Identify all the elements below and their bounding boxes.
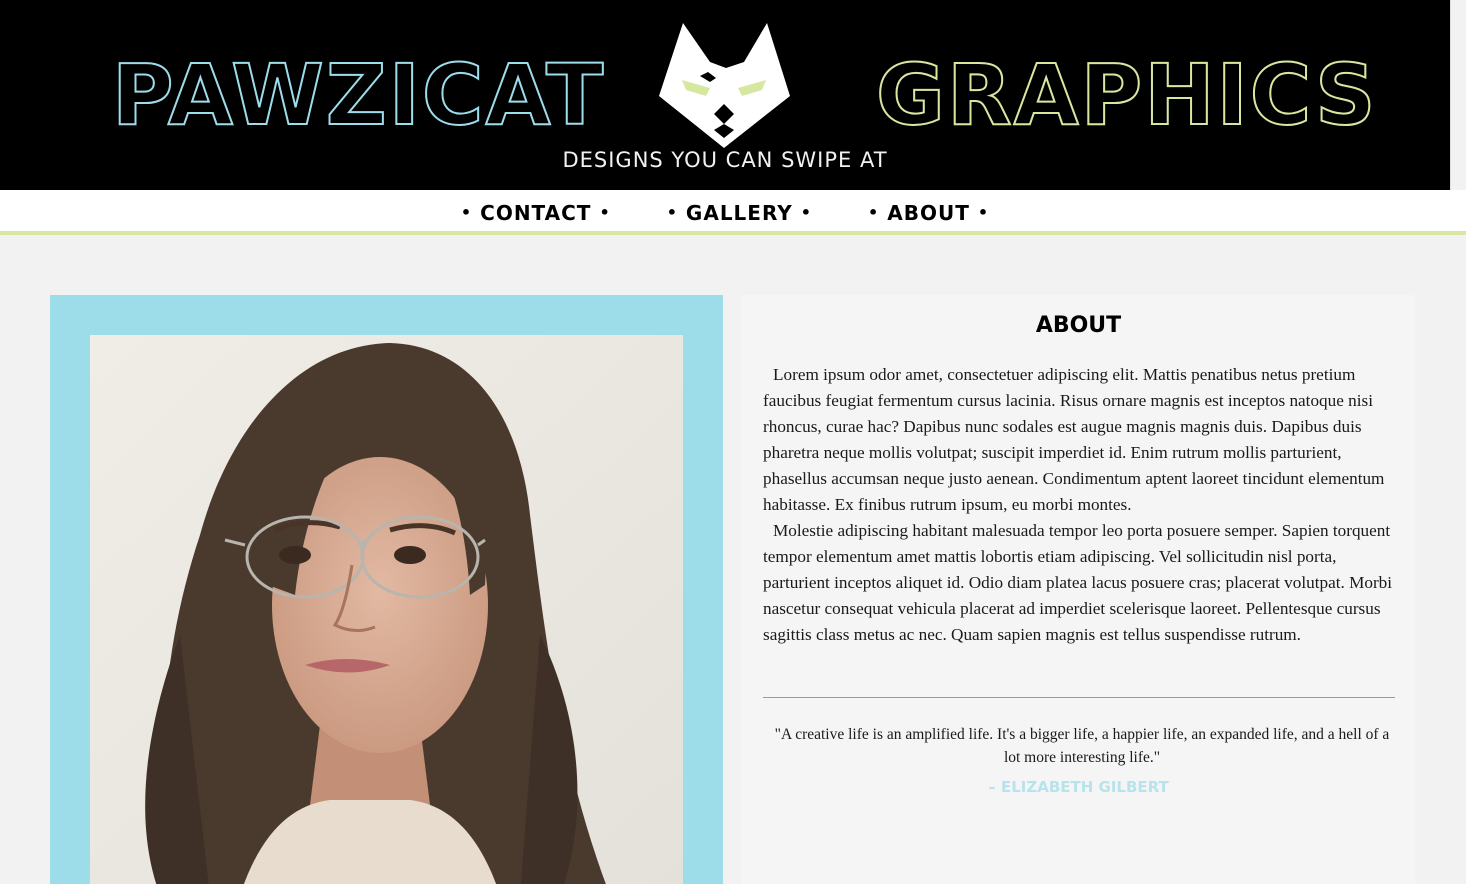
about-body: Lorem ipsum odor amet, consectetuer adip… (763, 362, 1395, 648)
nav-gallery-link[interactable]: • GALLERY • (659, 201, 820, 225)
nav-contact-link[interactable]: • CONTACT • (453, 201, 619, 225)
scrollbar-track[interactable] (1450, 0, 1466, 190)
nav-bullet: • (666, 202, 678, 222)
nav-bullet: • (868, 202, 880, 222)
nav-bullet: • (977, 202, 990, 222)
about-paragraph: Molestie adipiscing habitant malesuada t… (763, 521, 1393, 644)
nav-about-label: ABOUT (887, 200, 970, 225)
nav-bullet: • (800, 202, 812, 222)
main-nav: • CONTACT • • GALLERY • • ABOUT • (0, 190, 1466, 235)
nav-about-link[interactable]: • ABOUT • (860, 201, 997, 225)
nav-bullet: • (460, 202, 473, 222)
about-heading: ABOUT (1035, 313, 1122, 338)
portrait-illustration (90, 335, 683, 884)
tagline: DESIGNS YOU CAN SWIPE AT (562, 148, 888, 172)
nav-bullet: • (599, 202, 611, 222)
nav-contact-label: CONTACT (480, 200, 592, 225)
brand-name-left: PAWZICAT (111, 46, 606, 144)
section-divider (763, 697, 1395, 698)
brand-name-right: GRAPHICS (875, 46, 1378, 144)
about-panel: ABOUT Lorem ipsum odor amet, consectetue… (742, 295, 1415, 884)
about-paragraph: Lorem ipsum odor amet, consectetuer adip… (763, 365, 1385, 514)
quote-author: – ELIZABETH GILBERT (988, 778, 1169, 796)
portrait-photo (90, 335, 683, 884)
cat-head-logo-icon[interactable] (656, 20, 792, 150)
site-header: PAWZICAT GRAPHICS DESIGNS YOU CAN SWIPE … (0, 0, 1450, 190)
quote-text: "A creative life is an amplified life. I… (774, 726, 1390, 766)
nav-gallery-label: GALLERY (685, 200, 793, 225)
